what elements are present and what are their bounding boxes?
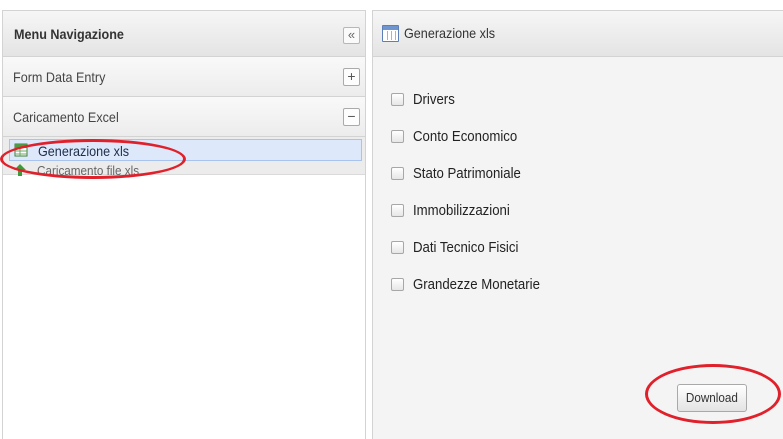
upload-arrow-icon [14,164,26,176]
checkbox[interactable] [391,93,404,106]
checkbox[interactable] [391,167,404,180]
navigation-header: Menu Navigazione « [3,11,365,57]
option-label: Dati Tecnico Fisici [413,239,519,256]
content-title: Generazione xls [404,25,496,41]
navigation-panel: Menu Navigazione « Form Data Entry + Car… [2,10,366,439]
page: Menu Navigazione « Form Data Entry + Car… [0,0,783,439]
checkbox[interactable] [391,130,404,143]
sheet-options-list: Drivers Conto Economico Stato Patrimonia… [389,91,689,315]
section-label: Caricamento Excel [13,109,119,125]
content-header: Generazione xls [373,11,783,57]
section-items: Generazione xls Caricamento file xls [3,137,365,178]
download-button-label: Download [685,390,739,405]
window-icon [382,25,399,42]
download-button[interactable]: Download [677,384,747,412]
section-form-data-entry[interactable]: Form Data Entry + [3,57,365,97]
option-label: Drivers [413,91,455,108]
checkbox[interactable] [391,204,404,217]
excel-file-icon [14,143,28,157]
option-stato-patrimoniale[interactable]: Stato Patrimoniale [389,165,689,204]
option-dati-tecnico-fisici[interactable]: Dati Tecnico Fisici [389,239,689,278]
option-label: Stato Patrimoniale [413,165,521,182]
option-drivers[interactable]: Drivers [389,91,689,130]
expand-icon[interactable]: + [343,68,360,86]
option-label: Immobilizzazioni [413,202,510,219]
navigation-title: Menu Navigazione [14,26,124,42]
collapse-panel-button[interactable]: « [343,27,360,44]
nav-item-generazione-xls[interactable]: Generazione xls [9,139,362,161]
section-caricamento-excel[interactable]: Caricamento Excel − [3,97,365,137]
nav-item-label: Caricamento file xls [37,163,140,178]
option-label: Conto Economico [413,128,518,145]
collapse-icon[interactable]: − [343,108,360,126]
nav-item-caricamento-file-xls[interactable]: Caricamento file xls [9,162,362,180]
checkbox[interactable] [391,278,404,291]
option-grandezze-monetarie[interactable]: Grandezze Monetarie [389,276,689,315]
nav-item-label: Generazione xls [38,143,130,159]
option-immobilizzazioni[interactable]: Immobilizzazioni [389,202,689,241]
option-conto-economico[interactable]: Conto Economico [389,128,689,167]
content-panel: Generazione xls Drivers Conto Economico … [372,10,783,439]
checkbox[interactable] [391,241,404,254]
option-label: Grandezze Monetarie [413,276,540,293]
section-label: Form Data Entry [13,69,106,85]
